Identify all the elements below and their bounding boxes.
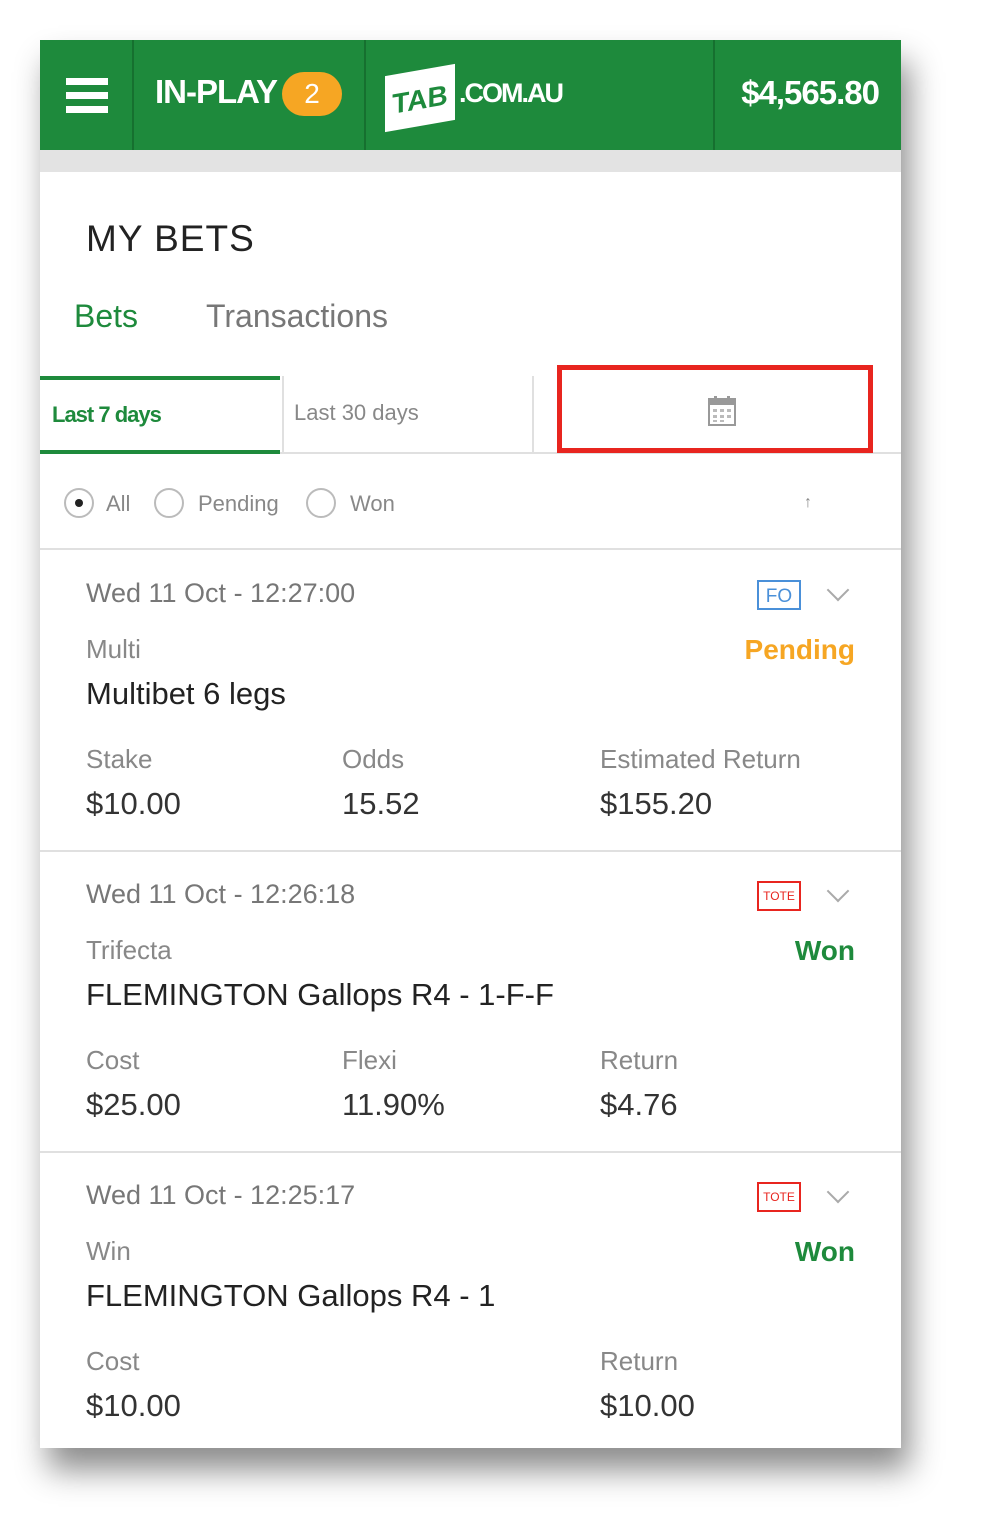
bet-date: Wed 11 Oct - 12:25:17 bbox=[86, 1180, 356, 1210]
tab-logo[interactable]: TAB .COM.AU bbox=[385, 60, 564, 133]
stake-value: $10.00 bbox=[86, 786, 181, 821]
odds-value: 15.52 bbox=[342, 786, 420, 821]
bet-type: Multi bbox=[86, 634, 141, 664]
odds-label: Odds bbox=[342, 744, 405, 774]
period-label: Last 30 days bbox=[294, 400, 419, 425]
cost-value: $25.00 bbox=[86, 1087, 181, 1122]
return-label: Return bbox=[600, 1045, 679, 1075]
estimated-return-label: Estimated Return bbox=[600, 744, 801, 774]
account-balance[interactable]: $4,565.80 bbox=[741, 74, 880, 112]
return-value: $10.00 bbox=[600, 1388, 695, 1423]
divider bbox=[132, 40, 134, 150]
top-bar: IN-PLAY 2 TAB .COM.AU $4,565.80 bbox=[40, 40, 901, 150]
inplay-link[interactable]: IN-PLAY bbox=[155, 73, 278, 111]
header-shadow bbox=[40, 150, 901, 172]
bet-status: Won bbox=[794, 1236, 855, 1267]
bet-card[interactable]: Wed 11 Oct - 12:27:00 FO Multi Pending M… bbox=[40, 550, 901, 852]
flexi-label: Flexi bbox=[342, 1045, 397, 1075]
period-last-30-days[interactable]: Last 30 days bbox=[282, 376, 534, 454]
bet-card[interactable]: Wed 11 Oct - 12:26:18 TOTE Trifecta Won … bbox=[40, 851, 901, 1153]
return-value: $4.76 bbox=[600, 1087, 678, 1122]
chevron-down-icon[interactable] bbox=[826, 879, 850, 903]
bet-date: Wed 11 Oct - 12:26:18 bbox=[86, 879, 356, 909]
filter-pending-radio[interactable] bbox=[154, 488, 184, 518]
filter-all-label[interactable]: All bbox=[106, 491, 130, 517]
tab-bets[interactable]: Bets bbox=[74, 298, 138, 335]
return-label: Return bbox=[600, 1346, 679, 1376]
divider bbox=[364, 40, 366, 150]
cost-value: $10.00 bbox=[86, 1388, 181, 1423]
inplay-count-badge: 2 bbox=[282, 72, 342, 116]
bet-description: Multibet 6 legs bbox=[86, 676, 286, 711]
period-last-7-days[interactable]: Last 7 days bbox=[40, 376, 280, 454]
status-filters: All Pending Won ↑ bbox=[40, 480, 901, 550]
chevron-down-icon[interactable] bbox=[826, 1180, 850, 1204]
bet-description: FLEMINGTON Gallops R4 - 1-F-F bbox=[86, 977, 554, 1012]
bet-type: Trifecta bbox=[86, 935, 172, 965]
bet-description: FLEMINGTON Gallops R4 - 1 bbox=[86, 1278, 496, 1313]
filter-won-label[interactable]: Won bbox=[350, 491, 395, 517]
page-title: MY BETS bbox=[86, 218, 255, 259]
calendar-icon bbox=[708, 396, 736, 426]
estimated-return-value: $155.20 bbox=[600, 786, 713, 821]
tote-badge: TOTE bbox=[757, 881, 801, 911]
flexi-value: 11.90% bbox=[342, 1087, 445, 1122]
filter-all-radio[interactable] bbox=[64, 488, 94, 518]
chevron-down-icon[interactable] bbox=[826, 578, 850, 602]
logo-com-text: .COM.AU bbox=[459, 78, 564, 108]
phone-screen: IN-PLAY 2 TAB .COM.AU $4,565.80 MY BETS … bbox=[40, 40, 901, 1448]
bet-date: Wed 11 Oct - 12:27:00 bbox=[86, 578, 356, 608]
cost-label: Cost bbox=[86, 1346, 140, 1376]
stake-label: Stake bbox=[86, 744, 153, 774]
bet-type: Win bbox=[86, 1236, 131, 1266]
bet-status: Pending bbox=[744, 634, 855, 665]
menu-icon[interactable] bbox=[66, 78, 108, 114]
date-picker-button[interactable] bbox=[557, 365, 873, 453]
tab-transactions[interactable]: Transactions bbox=[206, 298, 388, 335]
fixed-odds-badge: FO bbox=[757, 580, 801, 610]
filter-pending-label[interactable]: Pending bbox=[198, 491, 279, 517]
filter-won-radio[interactable] bbox=[306, 488, 336, 518]
divider bbox=[713, 40, 715, 150]
period-label: Last 7 days bbox=[52, 402, 162, 427]
bet-card[interactable]: Wed 11 Oct - 12:25:17 TOTE Win Won FLEMI… bbox=[40, 1152, 901, 1448]
sort-icon[interactable]: ↑ bbox=[804, 494, 812, 512]
tote-badge: TOTE bbox=[757, 1182, 801, 1212]
cost-label: Cost bbox=[86, 1045, 140, 1075]
logo-tab-text: TAB bbox=[385, 63, 455, 133]
bet-status: Won bbox=[794, 935, 855, 966]
